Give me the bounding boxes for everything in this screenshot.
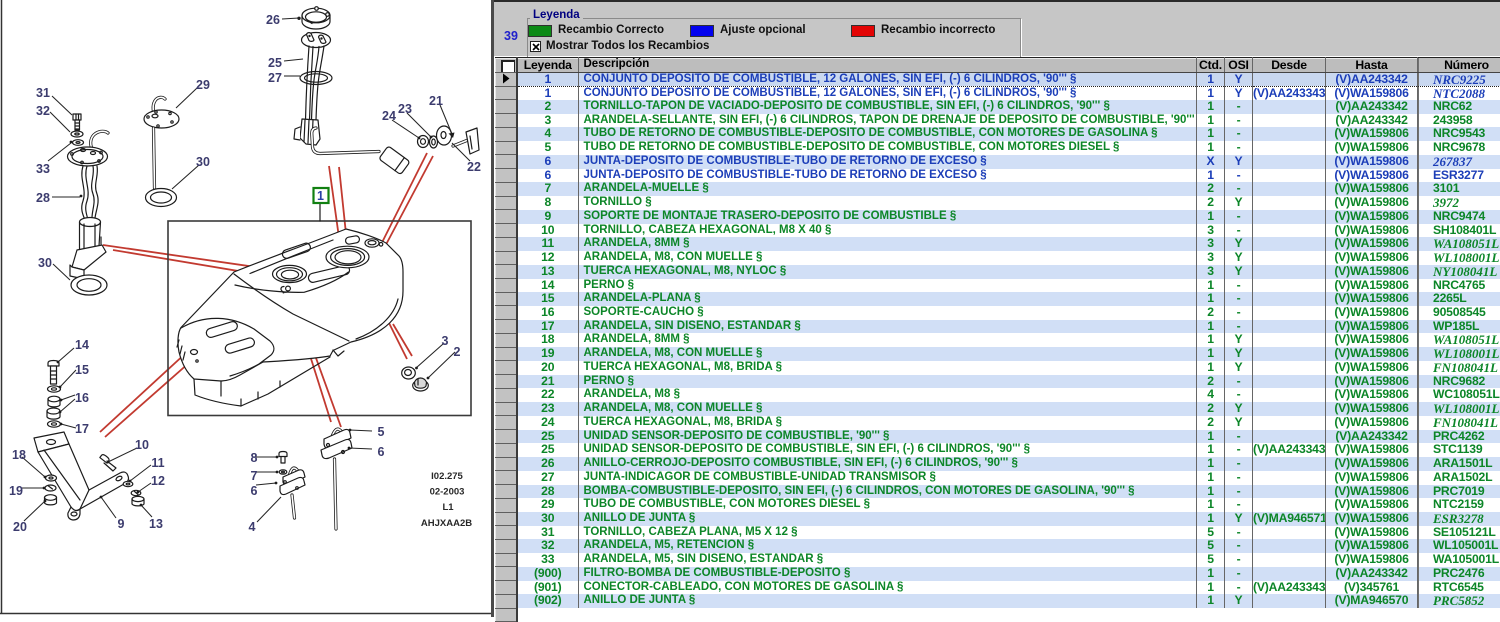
svg-text:11: 11	[151, 456, 164, 470]
svg-text:31: 31	[36, 86, 50, 100]
svg-text:13: 13	[149, 517, 163, 531]
svg-text:23: 23	[398, 102, 412, 116]
svg-text:02-2003: 02-2003	[430, 487, 465, 498]
svg-text:4: 4	[249, 520, 256, 534]
svg-text:6: 6	[378, 445, 385, 459]
svg-text:25: 25	[268, 56, 282, 70]
svg-text:30: 30	[38, 256, 52, 270]
svg-text:5: 5	[378, 425, 385, 439]
svg-text:9: 9	[118, 517, 125, 531]
svg-text:8: 8	[251, 451, 258, 465]
svg-text:22: 22	[467, 160, 481, 174]
svg-text:28: 28	[36, 191, 50, 205]
svg-text:10: 10	[135, 438, 149, 452]
svg-text:26: 26	[266, 13, 280, 27]
svg-text:30: 30	[196, 155, 210, 169]
svg-text:24: 24	[382, 109, 396, 123]
svg-text:14: 14	[75, 338, 89, 352]
svg-text:3: 3	[442, 334, 449, 348]
svg-text:12: 12	[151, 474, 165, 488]
svg-text:16: 16	[75, 391, 89, 405]
svg-text:18: 18	[12, 448, 26, 462]
svg-text:AHJXAA2B: AHJXAA2B	[421, 518, 472, 529]
svg-text:15: 15	[75, 363, 89, 377]
svg-text:7: 7	[251, 469, 258, 483]
svg-text:33: 33	[36, 162, 50, 176]
svg-text:20: 20	[13, 520, 27, 534]
svg-text:21: 21	[429, 94, 443, 108]
svg-text:L1: L1	[442, 502, 454, 513]
svg-text:17: 17	[75, 422, 89, 436]
svg-text:1: 1	[317, 189, 324, 203]
svg-text:6: 6	[251, 484, 258, 498]
svg-text:I02.275: I02.275	[431, 471, 463, 482]
svg-text:19: 19	[9, 484, 23, 498]
svg-text:32: 32	[36, 104, 50, 118]
svg-text:2: 2	[454, 345, 461, 359]
svg-text:27: 27	[268, 71, 282, 85]
svg-text:29: 29	[196, 78, 210, 92]
